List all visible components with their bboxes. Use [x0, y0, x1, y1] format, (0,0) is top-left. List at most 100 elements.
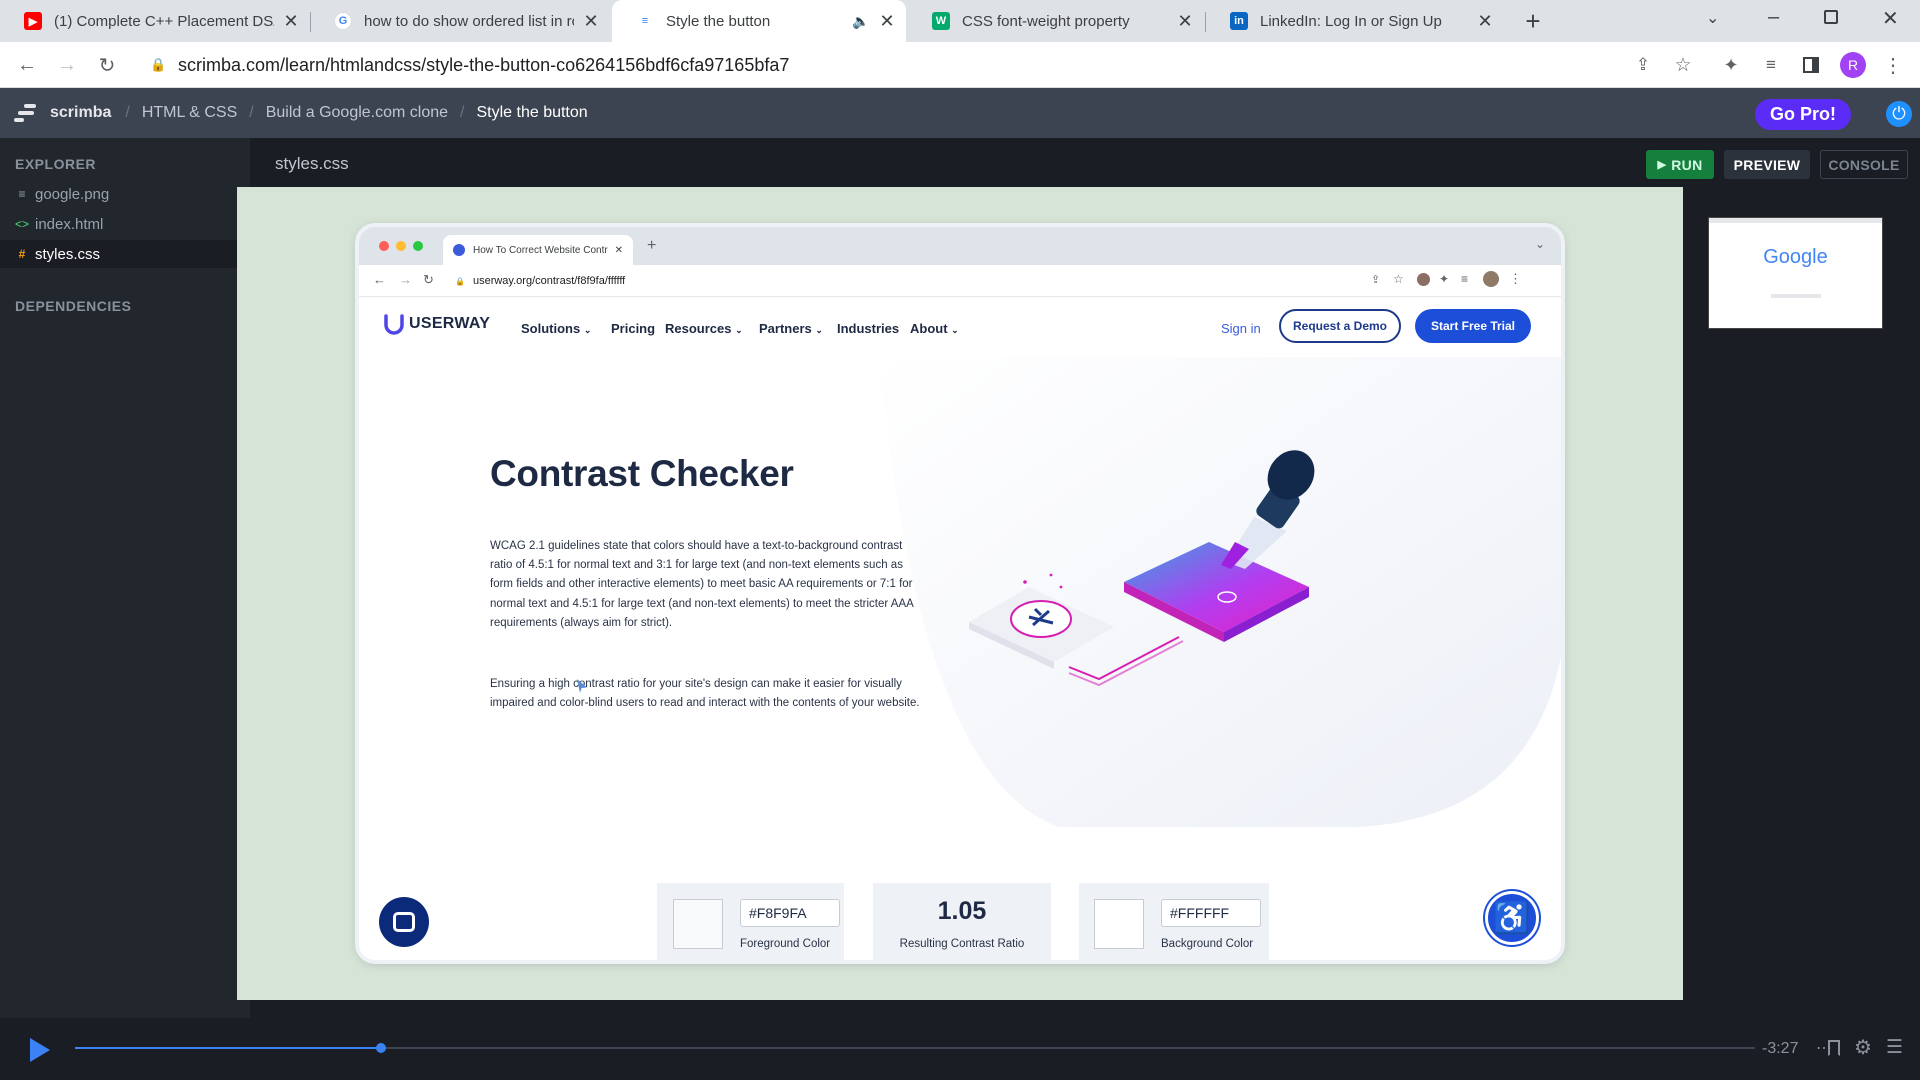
- inner-url-text: userway.org/contrast/f8f9fa/ffffff: [472, 275, 626, 287]
- progress-handle[interactable]: [375, 1043, 386, 1053]
- nav-industries[interactable]: Industries: [837, 321, 899, 336]
- tab-search-icon[interactable]: ⌄: [1706, 8, 1719, 28]
- youtube-icon: ▶: [24, 12, 42, 30]
- close-tab-icon[interactable]: ✕: [1476, 11, 1494, 32]
- foreground-color-panel: #F8F9FA Foreground Color: [657, 883, 844, 960]
- extensions-icon[interactable]: ✦: [1439, 272, 1449, 286]
- media-control-icon[interactable]: ≡: [1756, 50, 1786, 80]
- tab-title: how to do show ordered list in rc: [364, 12, 574, 30]
- reload-icon[interactable]: ↻: [423, 272, 434, 288]
- foreground-label: Foreground Color: [740, 938, 831, 950]
- menu-icon[interactable]: ☰: [1886, 1036, 1903, 1059]
- file-styles-css[interactable]: # styles.css: [0, 240, 237, 268]
- bookmark-star-icon[interactable]: ☆: [1393, 272, 1404, 286]
- mac-minimize-dot[interactable]: [396, 241, 406, 251]
- settings-gear-icon[interactable]: ⚙: [1854, 1035, 1872, 1060]
- minimize-icon[interactable]: –: [1768, 6, 1779, 29]
- bookmark-star-icon[interactable]: ☆: [1668, 50, 1698, 80]
- forward-icon[interactable]: →: [52, 50, 82, 80]
- accessibility-icon[interactable]: ♿: [1485, 891, 1539, 945]
- file-index-html[interactable]: <> index.html: [0, 210, 237, 238]
- sign-in-link[interactable]: Sign in: [1221, 321, 1261, 336]
- new-tab-icon[interactable]: +: [647, 237, 656, 255]
- chevron-down-icon: ⌄: [583, 325, 592, 335]
- background-swatch[interactable]: [1094, 899, 1144, 949]
- share-icon[interactable]: ⇪: [1371, 273, 1380, 286]
- preview-thumbnail[interactable]: Google: [1708, 217, 1883, 329]
- browser-toolbar: ← → ↻ 🔒 scrimba.com/learn/htmlandcss/sty…: [0, 42, 1920, 88]
- nav-resources[interactable]: Resources ⌄: [665, 321, 743, 336]
- extension-icon[interactable]: [1417, 273, 1430, 286]
- power-icon[interactable]: ⏻: [1886, 101, 1912, 127]
- video-player-controls: -3:27 ⋯ ⚙ ☰: [0, 1018, 1920, 1080]
- nav-about[interactable]: About ⌄: [910, 321, 959, 336]
- new-tab-icon[interactable]: +: [1518, 6, 1548, 36]
- breadcrumb-module[interactable]: Build a Google.com clone: [266, 104, 448, 122]
- browser-tab[interactable]: W CSS font-weight property ✕: [908, 0, 1204, 42]
- run-button[interactable]: ▶ RUN: [1646, 150, 1714, 179]
- mac-maximize-dot[interactable]: [413, 241, 423, 251]
- time-remaining: -3:27: [1762, 1040, 1799, 1057]
- forward-icon[interactable]: →: [399, 272, 412, 287]
- chrome-menu-icon[interactable]: ⋮: [1878, 50, 1908, 80]
- extensions-icon[interactable]: ✦: [1716, 50, 1746, 80]
- chat-widget-button[interactable]: [379, 897, 429, 947]
- start-trial-button[interactable]: Start Free Trial: [1415, 309, 1531, 343]
- progress-bar[interactable]: [75, 1043, 1755, 1053]
- mac-close-dot[interactable]: [379, 241, 389, 251]
- request-demo-button[interactable]: Request a Demo: [1279, 309, 1401, 343]
- chrome-menu-icon[interactable]: ⋮: [1509, 271, 1522, 287]
- file-google-png[interactable]: ≡ google.png: [0, 180, 237, 208]
- tab-title: LinkedIn: Log In or Sign Up: [1260, 12, 1442, 30]
- bookmark-icon[interactable]: [1828, 1040, 1840, 1056]
- play-icon[interactable]: [30, 1038, 50, 1062]
- nav-partners[interactable]: Partners ⌄: [759, 321, 823, 336]
- foreground-swatch[interactable]: [673, 899, 723, 949]
- back-icon[interactable]: ←: [373, 272, 386, 287]
- profile-avatar[interactable]: R: [1838, 50, 1868, 80]
- browser-tab[interactable]: in LinkedIn: Log In or Sign Up ✕: [1206, 0, 1504, 42]
- browser-tab-active[interactable]: ≡ Style the button 🔈 ✕: [612, 0, 906, 42]
- file-name: google.png: [35, 185, 110, 203]
- side-panel-icon[interactable]: [1796, 50, 1826, 80]
- close-tab-icon[interactable]: ✕: [582, 11, 600, 32]
- file-explorer: EXPLORER ≡ google.png <> index.html # st…: [0, 138, 250, 1080]
- chevron-down-icon: ⌄: [815, 325, 823, 335]
- address-bar[interactable]: 🔒 scrimba.com/learn/htmlandcss/style-the…: [138, 48, 1638, 82]
- speaker-icon[interactable]: 🔈: [852, 13, 870, 30]
- close-tab-icon[interactable]: ✕: [1176, 11, 1194, 32]
- back-icon[interactable]: ←: [12, 50, 42, 80]
- chevron-down-icon: ⌄: [735, 325, 743, 335]
- nav-pricing[interactable]: Pricing: [611, 321, 655, 336]
- close-tab-icon[interactable]: ✕: [878, 11, 896, 32]
- media-control-icon[interactable]: ≡: [1461, 272, 1468, 286]
- go-pro-button[interactable]: Go Pro!: [1755, 99, 1851, 130]
- console-button[interactable]: CONSOLE: [1820, 150, 1908, 179]
- inner-address-bar[interactable]: 🔒 userway.org/contrast/f8f9fa/ffffff: [455, 270, 1335, 292]
- restore-icon[interactable]: [1824, 10, 1838, 24]
- reload-icon[interactable]: ↻: [92, 50, 122, 80]
- nav-solutions[interactable]: Solutions ⌄: [521, 321, 591, 336]
- userway-hero: Contrast Checker WCAG 2.1 guidelines sta…: [359, 357, 1561, 960]
- close-tab-icon[interactable]: ✕: [615, 245, 623, 256]
- close-window-icon[interactable]: ✕: [1882, 6, 1899, 31]
- inner-tab[interactable]: How To Correct Website Contr ✕: [443, 235, 633, 265]
- scrimba-logo[interactable]: scrimba: [14, 103, 111, 123]
- preview-button[interactable]: PREVIEW: [1724, 150, 1810, 179]
- progress-fill: [75, 1047, 381, 1049]
- close-tab-icon[interactable]: ✕: [282, 11, 300, 32]
- foreground-hex-input[interactable]: #F8F9FA: [740, 899, 840, 927]
- breadcrumb-course[interactable]: HTML & CSS: [142, 104, 237, 122]
- userway-logo[interactable]: USERWAY: [383, 313, 490, 335]
- nav-label: About: [910, 321, 948, 336]
- browser-tab-strip: ▶ (1) Complete C++ Placement DSA ✕ G how…: [0, 0, 1920, 42]
- browser-tab[interactable]: ▶ (1) Complete C++ Placement DSA ✕: [0, 0, 310, 42]
- profile-avatar[interactable]: [1483, 271, 1499, 287]
- share-icon[interactable]: ⇪: [1628, 50, 1658, 80]
- browser-tab[interactable]: G how to do show ordered list in rc ✕: [310, 0, 610, 42]
- tab-search-icon[interactable]: ⌄: [1535, 237, 1545, 251]
- chevron-down-icon: ⌄: [951, 325, 959, 335]
- background-color-panel: #FFFFFF Background Color: [1079, 883, 1269, 960]
- userway-logo-icon: [384, 314, 404, 335]
- background-hex-input[interactable]: #FFFFFF: [1161, 899, 1261, 927]
